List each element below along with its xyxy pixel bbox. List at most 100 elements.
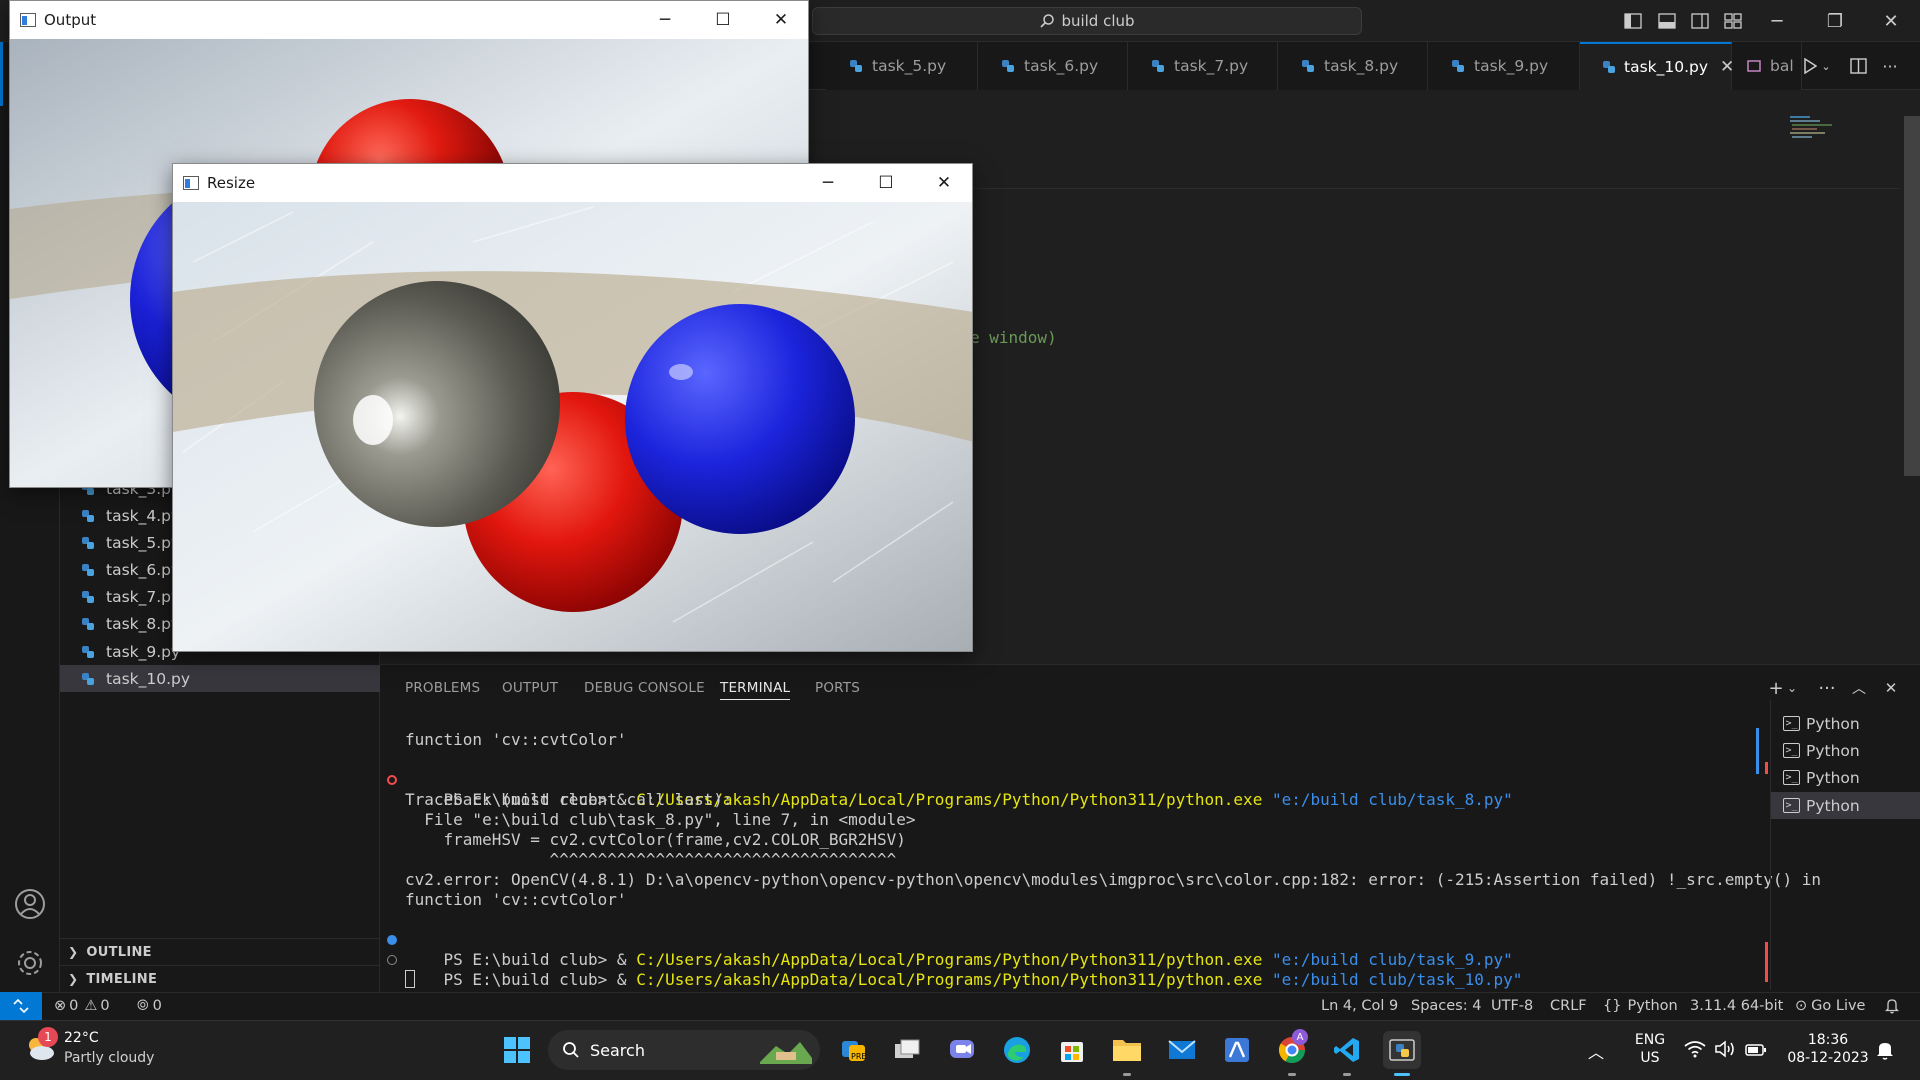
run-icon[interactable] [1799,55,1821,77]
svg-text:PRE: PRE [851,1052,866,1061]
running-indicator [1343,1073,1351,1076]
timeline-label: TIMELINE [86,971,158,987]
tab-terminal[interactable]: TERMINAL [720,676,791,700]
chevron-down-icon[interactable]: ⌄ [1785,676,1799,700]
toggle-secondary-sidebar-icon[interactable] [1689,10,1711,32]
editor-scrollbar[interactable] [1904,116,1920,476]
close-panel-icon[interactable]: ✕ [1879,676,1903,700]
chevron-down-icon[interactable]: ⌄ [1819,55,1833,77]
line-ending[interactable]: CRLF [1550,992,1587,1020]
window-app-icon [20,13,36,27]
timeline-section-header[interactable]: ❯ TIMELINE [60,965,380,992]
customize-layout-icon[interactable] [1722,10,1744,32]
task-view-icon[interactable] [888,1031,926,1069]
tab-debug-console[interactable]: DEBUG CONSOLE [584,676,705,700]
input-language[interactable]: ENG US [1630,1031,1670,1067]
file-explorer-icon[interactable] [1108,1031,1146,1069]
resize-window[interactable]: Resize ─ ☐ ✕ [172,163,973,652]
success-decoration-icon[interactable] [387,935,397,945]
terminal-instance[interactable]: >_ Python [1771,737,1920,764]
minimap[interactable] [1790,114,1856,142]
close-icon[interactable]: ✕ [752,1,810,39]
terminal-instance[interactable]: >_ Python [1771,710,1920,737]
more-actions-icon[interactable]: ··· [1815,676,1839,700]
tab-label: task_7.py [1174,57,1249,75]
vscode-icon[interactable] [1328,1031,1366,1069]
outline-section-header[interactable]: ❯ OUTLINE [60,938,380,965]
terminal-command-line: PS E:\build club> & C:/Users/akash/AppDa… [387,930,1513,969]
editor-app-icon[interactable] [1218,1031,1256,1069]
accounts-icon[interactable] [13,887,47,921]
maximize-icon[interactable]: ☐ [857,164,915,202]
tab-task-9[interactable]: task_9.py [1428,42,1580,90]
tab-task-10[interactable]: task_10.py ✕ [1580,42,1734,90]
file-name: task_5.py [106,533,181,552]
indentation[interactable]: Spaces: 4 [1411,992,1481,1020]
volume-icon[interactable] [1714,1040,1736,1062]
more-actions-icon[interactable]: ··· [1879,55,1901,77]
terminal-line: function 'cv::cvtColor' [405,730,627,749]
encoding[interactable]: UTF-8 [1491,992,1533,1020]
running-indicator [1288,1073,1296,1076]
cursor-position[interactable]: Ln 4, Col 9 [1321,992,1398,1020]
minimize-icon[interactable]: ─ [799,164,857,202]
weather-temp[interactable]: 22°C [64,1030,99,1046]
tab-ports[interactable]: PORTS [815,676,860,700]
ports-status[interactable]: ⦾ 0 [137,992,162,1020]
python-file-icon [848,58,864,74]
gear-icon[interactable] [13,946,47,980]
edge-browser-icon[interactable] [998,1031,1036,1069]
toggle-sidebar-icon[interactable] [1622,10,1644,32]
tab-task-5[interactable]: task_5.py [826,42,978,90]
maximize-icon[interactable]: ☐ [694,1,752,39]
terminal-instance-active[interactable]: >_ Python [1771,792,1920,819]
close-icon[interactable]: ✕ [915,164,973,202]
tab-bal[interactable]: bal [1732,42,1802,90]
split-editor-icon[interactable] [1847,55,1869,77]
tab-task-6[interactable]: task_6.py [978,42,1128,90]
window-title: Resize [207,174,256,192]
python-app-icon[interactable] [1383,1031,1421,1069]
braces-icon: {} [1603,998,1622,1014]
close-icon[interactable]: ✕ [1862,0,1920,42]
restore-icon[interactable]: ❐ [1806,0,1864,42]
wifi-icon[interactable] [1684,1040,1706,1062]
tab-problems[interactable]: PROBLEMS [405,676,480,700]
weather-desc[interactable]: Partly cloudy [64,1050,154,1066]
tab-output[interactable]: OUTPUT [502,676,558,700]
tab-label: task_5.py [872,57,947,75]
pending-decoration-icon[interactable] [387,955,397,965]
files-app-icon[interactable]: PRE [835,1031,873,1069]
problems-status[interactable]: ⊗ 0 ⚠ 0 [54,992,110,1020]
python-file-icon [1602,59,1616,75]
command-center-search[interactable]: build club [812,7,1362,35]
tab-task-8[interactable]: task_8.py [1278,42,1428,90]
minimize-icon[interactable]: ─ [636,1,694,39]
go-live-button[interactable]: ⊙ Go Live [1795,992,1865,1020]
python-interpreter[interactable]: 3.11.4 64-bit [1690,992,1783,1020]
tab-task-7[interactable]: task_7.py [1128,42,1278,90]
microsoft-store-icon[interactable] [1053,1031,1091,1069]
toggle-panel-icon[interactable] [1656,10,1678,32]
terminal-line: cv2.error: OpenCV(4.8.1) D:\a\opencv-pyt… [405,870,1822,889]
window-title: Output [44,11,97,29]
notification-bell-icon[interactable] [1876,1040,1894,1064]
language-mode[interactable]: {} Python [1603,992,1678,1020]
battery-icon[interactable] [1745,1042,1767,1061]
running-indicator [1123,1073,1131,1076]
bell-icon[interactable] [1885,992,1899,1020]
error-decoration-icon[interactable] [387,775,397,785]
python-file-icon [1150,58,1166,74]
minimize-icon[interactable]: ─ [1748,0,1806,42]
mail-icon[interactable] [1163,1031,1201,1069]
windows-start-icon[interactable] [498,1031,536,1069]
chevron-up-icon[interactable]: ︿ [1588,1039,1604,1063]
file-item-active[interactable]: task_10.py [60,665,380,692]
language-label: Python [1627,998,1678,1014]
file-name: task_8.py [106,614,181,633]
remote-indicator-icon[interactable] [0,992,42,1020]
teams-chat-icon[interactable] [943,1031,981,1069]
maximize-panel-icon[interactable]: ︿ [1847,676,1871,700]
clock[interactable]: 18:36 08-12-2023 [1784,1031,1872,1067]
terminal-instance[interactable]: >_ Python [1771,764,1920,791]
